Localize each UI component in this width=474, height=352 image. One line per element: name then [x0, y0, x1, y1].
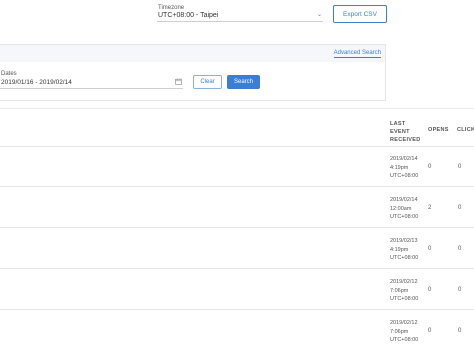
- table-row[interactable]: 2019/02/13 4:19pm UTC+08:00 0 0: [0, 227, 474, 269]
- last-event-cell: 2019/02/14 12:00am UTC+08:00: [390, 196, 424, 222]
- timezone-value: UTC+08:00 - Taipei: [158, 12, 219, 19]
- event-time: 4:19pm: [390, 164, 409, 171]
- event-time: 7:06pm: [390, 287, 409, 294]
- event-date: 2019/02/13: [390, 238, 418, 244]
- date-range-value: 2019/01/16 - 2019/02/14: [1, 79, 72, 86]
- table-row[interactable]: 2019/02/14 4:19pm UTC+08:00 0 0: [0, 145, 474, 187]
- timezone-select[interactable]: UTC+08:00 - Taipei ⌄: [157, 10, 323, 22]
- last-event-cell: 2019/02/14 4:19pm UTC+08:00: [390, 155, 424, 181]
- table-row[interactable]: 2019/02/12 7:06pm UTC+08:00 0 0: [0, 309, 474, 350]
- date-range-field[interactable]: 2019/01/16 - 2019/02/14: [0, 77, 183, 89]
- opens-cell: 2: [428, 205, 432, 211]
- clicks-cell: 0: [458, 164, 462, 170]
- opens-cell: 0: [428, 164, 432, 170]
- table-row[interactable]: 2019/02/12 7:06pm UTC+08:00 0 0: [0, 268, 474, 310]
- event-time: 4:19pm: [390, 246, 409, 253]
- event-timezone: UTC+08:00: [390, 337, 419, 343]
- event-timezone: UTC+08:00: [390, 296, 419, 302]
- last-event-cell: 2019/02/12 7:06pm UTC+08:00: [390, 319, 424, 345]
- search-button[interactable]: Search: [227, 75, 260, 89]
- opens-cell: 0: [428, 246, 432, 252]
- events-table: LAST EVENT RECEIVED OPENS CLICK 2019/02/…: [0, 108, 474, 352]
- filter-panel-header: Advanced Search: [0, 45, 385, 62]
- column-header-clicks[interactable]: CLICK: [457, 126, 474, 134]
- clicks-cell: 0: [458, 287, 462, 293]
- advanced-search-link[interactable]: Advanced Search: [333, 50, 381, 58]
- event-time: 12:00am: [390, 205, 412, 212]
- clicks-cell: 0: [458, 246, 462, 252]
- event-time: 7:06pm: [390, 328, 409, 335]
- table-header: LAST EVENT RECEIVED OPENS CLICK: [0, 108, 474, 147]
- clear-button[interactable]: Clear: [193, 75, 222, 89]
- event-date: 2019/02/14: [390, 197, 418, 203]
- column-header-opens[interactable]: OPENS: [428, 126, 449, 134]
- opens-cell: 0: [428, 287, 432, 293]
- event-date: 2019/02/12: [390, 279, 418, 285]
- event-timezone: UTC+08:00: [390, 255, 419, 261]
- opens-cell: 0: [428, 328, 432, 334]
- last-event-cell: 2019/02/12 7:06pm UTC+08:00: [390, 278, 424, 304]
- clicks-cell: 0: [458, 205, 462, 211]
- event-timezone: UTC+08:00: [390, 173, 419, 179]
- search-filter-panel: Advanced Search Dates 2019/01/16 - 2019/…: [0, 44, 386, 101]
- event-timezone: UTC+08:00: [390, 214, 419, 220]
- column-header-last-event[interactable]: LAST EVENT RECEIVED: [390, 120, 422, 144]
- chevron-down-icon: ⌄: [316, 12, 322, 18]
- export-csv-button[interactable]: Export CSV: [333, 5, 387, 23]
- event-date: 2019/02/12: [390, 320, 418, 326]
- event-date: 2019/02/14: [390, 156, 418, 162]
- last-event-cell: 2019/02/13 4:19pm UTC+08:00: [390, 237, 424, 263]
- table-row[interactable]: 2019/02/14 12:00am UTC+08:00 2 0: [0, 186, 474, 228]
- calendar-icon[interactable]: [175, 78, 182, 85]
- clicks-cell: 0: [458, 328, 462, 334]
